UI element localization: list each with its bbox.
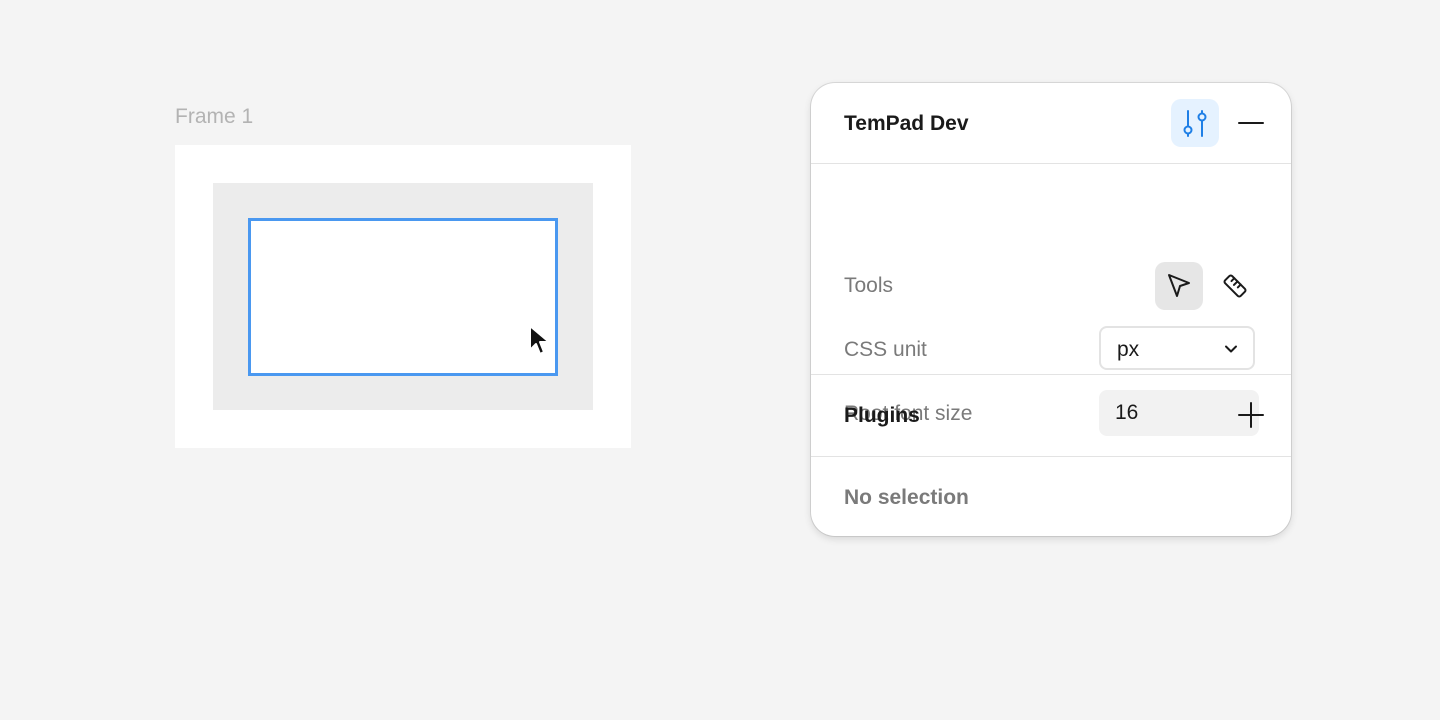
minimize-button[interactable] <box>1235 99 1267 147</box>
plugins-title: Plugins <box>844 404 920 427</box>
panel-header[interactable]: TemPad Dev <box>811 83 1291 164</box>
tempad-dev-panel: TemPad Dev Tools CSS unit px Root font s… <box>811 83 1291 536</box>
frame-label[interactable]: Frame 1 <box>175 104 253 130</box>
panel-title: TemPad Dev <box>844 112 969 135</box>
chevron-down-icon <box>1225 345 1237 353</box>
mouse-pointer-icon <box>529 325 550 355</box>
selection-section: No selection <box>811 457 1291 536</box>
no-selection-text: No selection <box>844 486 969 509</box>
select-cursor-icon <box>1168 274 1190 297</box>
css-unit-value: px <box>1117 338 1140 361</box>
css-unit-select[interactable]: px <box>1099 326 1255 370</box>
inner-rectangle[interactable] <box>213 183 593 410</box>
measure-ruler-icon <box>1223 274 1247 298</box>
preferences-button[interactable] <box>1171 99 1219 147</box>
measure-tool-button[interactable] <box>1211 262 1259 310</box>
minimize-icon <box>1238 122 1264 124</box>
tools-label: Tools <box>844 274 894 297</box>
settings-section: Tools CSS unit px Root font size 16 <box>811 164 1291 436</box>
select-tool-button[interactable] <box>1155 262 1203 310</box>
selected-rectangle[interactable] <box>248 218 558 376</box>
plugins-section: Plugins <box>811 375 1291 457</box>
css-unit-label: CSS unit <box>844 338 927 361</box>
preferences-sliders-icon <box>1183 110 1207 137</box>
frame[interactable] <box>175 145 631 448</box>
plus-icon <box>1238 402 1264 428</box>
add-plugin-button[interactable] <box>1235 399 1267 431</box>
